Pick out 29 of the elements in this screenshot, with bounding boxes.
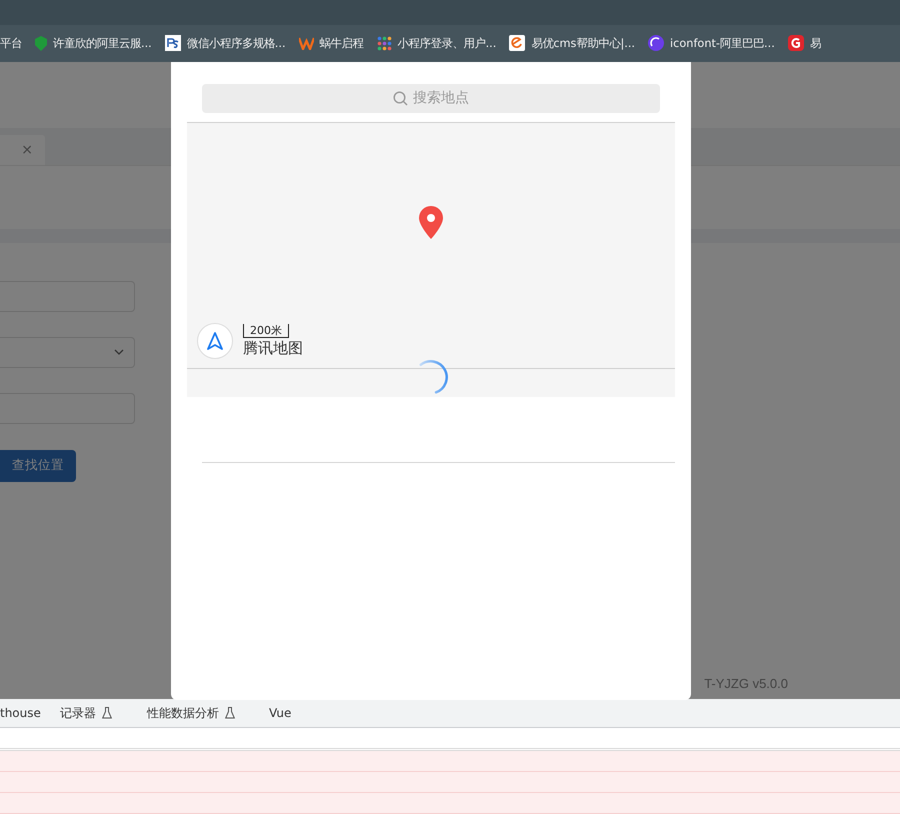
version-text: T-YJZG v5.0.0	[704, 676, 788, 692]
g-logo-icon	[788, 35, 804, 52]
w-logo-icon	[298, 36, 314, 50]
select-field[interactable]	[0, 336, 135, 368]
devtools-tab[interactable]: 性能数据分析	[147, 704, 269, 722]
map[interactable]: 200米 腾讯地图	[187, 122, 675, 397]
search-icon	[393, 90, 408, 106]
bookmark[interactable]: 微信小程序多规格...	[164, 35, 286, 52]
bookmark[interactable]: 蜗牛启程	[298, 36, 364, 51]
ball-icon	[648, 35, 664, 52]
map-pin-icon	[419, 206, 443, 240]
locate-button[interactable]	[197, 322, 233, 359]
e-logo-icon	[509, 35, 526, 52]
bookmark[interactable]: 小程序登录、用户...	[376, 36, 496, 51]
dot-grid-icon	[376, 36, 392, 51]
ps-logo-icon	[164, 35, 181, 52]
navigation-arrow-icon	[207, 332, 223, 350]
devtools-tab[interactable]: thouse	[0, 706, 60, 720]
bookmark[interactable]: 易优cms帮助中心|...	[509, 35, 636, 52]
devtools-tab[interactable]: Vue	[269, 706, 319, 720]
devtools-tab[interactable]: 记录器	[60, 704, 147, 722]
bookmark[interactable]: iconfont-阿里巴巴...	[648, 35, 775, 52]
shield-icon	[35, 36, 47, 51]
search-placeholder: 搜索地点	[413, 89, 469, 108]
bookmark[interactable]: 平台	[0, 36, 22, 51]
map-brand-text: 腾讯地图	[243, 338, 303, 358]
bookmark[interactable]: 许童欣的阿里云服...	[35, 36, 152, 51]
bookmark[interactable]: 易	[788, 35, 821, 52]
map-scale: 200米	[243, 324, 289, 338]
